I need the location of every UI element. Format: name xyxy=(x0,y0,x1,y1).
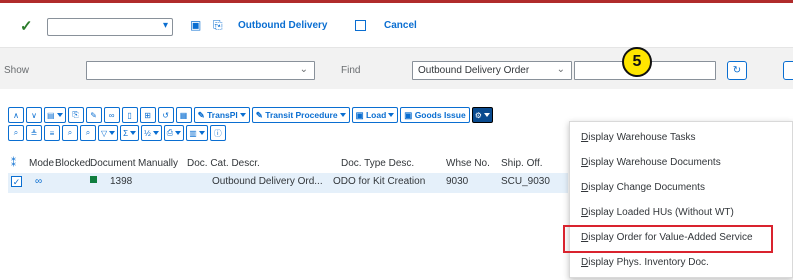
goods-issue-label: Goods Issue xyxy=(414,110,466,120)
find-object-value: Outbound Delivery Order xyxy=(418,65,530,76)
row-select-checkbox[interactable]: ✓ xyxy=(11,176,22,187)
show-dropdown[interactable]: ⌄ xyxy=(86,61,315,80)
doc-type-desc-cell: ODO for Kit Creation xyxy=(333,176,426,187)
transpl-button[interactable]: ✎ TransPl xyxy=(193,107,250,123)
action-bar-2: ⌕ ≜ ≡ ⌕ ⌕ ▽ Σ ½ ⎙ ▥ ⓘ xyxy=(8,125,226,141)
overflow-button[interactable] xyxy=(783,61,793,80)
load-icon: ▣ xyxy=(355,109,364,120)
column-header[interactable]: Blocked xyxy=(55,158,91,169)
transpl-icon: ✎ xyxy=(197,109,205,120)
search-bar: Show ⌄ Find Outbound Delivery Order ⌄ ↻ xyxy=(0,47,793,89)
copy-icon[interactable]: ⎘ xyxy=(67,107,84,123)
action-bar-1: ∧ ∨ ▤ ⎘ ✎ ∞ ▯ ⊞ ↺ ▦ ✎ TransPl ✎ Transit … xyxy=(8,107,493,123)
status-indicator xyxy=(90,176,97,183)
doc-cat-descr-cell: Outbound Delivery Ord... xyxy=(212,176,323,187)
sum-icon[interactable]: Σ xyxy=(120,125,140,141)
search-icon[interactable]: ⌕ xyxy=(8,125,24,141)
menu-item-change-documents[interactable]: Display Change Documents xyxy=(581,182,705,193)
filter-icon[interactable]: ▽ xyxy=(98,125,119,141)
show-label: Show xyxy=(4,65,30,76)
glasses-icon: ⚙ xyxy=(474,110,482,120)
ship-off-cell: SCU_9030 xyxy=(501,176,550,187)
chevron-down-icon[interactable]: ▾ xyxy=(163,20,168,31)
table-settings-icon[interactable]: ⁑ xyxy=(11,158,16,169)
details-icon[interactable]: ⊞ xyxy=(139,107,156,123)
save-icon[interactable]: ▣ xyxy=(190,18,201,32)
command-field[interactable]: ▾ xyxy=(47,18,173,36)
delete-icon[interactable]: ▯ xyxy=(121,107,138,123)
more-actions-menu: Display Warehouse Tasks Display Warehous… xyxy=(569,121,793,278)
chevron-down-icon: ⌄ xyxy=(556,64,565,75)
find-icon[interactable]: ⌕ xyxy=(62,125,78,141)
export-icon[interactable]: ⎙ xyxy=(163,125,185,141)
expand-down-icon[interactable]: ∨ xyxy=(26,107,42,123)
menu-item-loaded-hus[interactable]: Display Loaded HUs (Without WT) xyxy=(581,207,734,218)
column-header[interactable]: Manually xyxy=(138,158,178,169)
highlight-box xyxy=(563,225,773,253)
layout-icon[interactable]: ▤ xyxy=(44,107,66,123)
menu-item-warehouse-documents[interactable]: Display Warehouse Documents xyxy=(581,157,721,168)
transit-procedure-label: Transit Procedure xyxy=(265,110,338,120)
goods-issue-icon: ▣ xyxy=(404,109,413,120)
document-icon[interactable]: ⎘ xyxy=(213,18,223,33)
whse-no-cell: 9030 xyxy=(446,176,469,187)
collapse-up-icon[interactable]: ∧ xyxy=(8,107,24,123)
display-icon[interactable]: ∞ xyxy=(103,107,120,123)
sort-ascending-icon[interactable]: ≜ xyxy=(26,125,42,141)
menu-item-warehouse-tasks[interactable]: Display Warehouse Tasks xyxy=(581,132,696,143)
grid-icon[interactable]: ▦ xyxy=(175,107,192,123)
search-go-button[interactable]: ↻ xyxy=(727,61,747,80)
cancel-checkbox-icon[interactable] xyxy=(355,20,366,31)
display-mode-icon[interactable]: ∞ xyxy=(35,176,42,187)
document-cell: 1398 xyxy=(110,176,133,187)
refresh-icon[interactable]: ↺ xyxy=(157,107,174,123)
more-actions-button[interactable]: ⚙ xyxy=(471,107,493,123)
confirm-check-icon[interactable]: ✓ xyxy=(20,17,33,35)
sort-descending-icon[interactable]: ≡ xyxy=(44,125,60,141)
outbound-delivery-button[interactable]: Outbound Delivery xyxy=(238,20,327,31)
step-number-badge: 5 xyxy=(622,47,652,77)
find-label: Find xyxy=(341,65,361,76)
cancel-button[interactable]: Cancel xyxy=(384,20,417,31)
column-header[interactable]: Doc. Type Desc. xyxy=(341,158,414,169)
column-header[interactable]: Ship. Off. xyxy=(501,158,543,169)
table-row[interactable]: ✓ ∞ 1398 Outbound Delivery Ord... ODO fo… xyxy=(8,173,568,193)
subtotal-icon[interactable]: ½ xyxy=(141,125,162,141)
column-header[interactable]: Whse No. xyxy=(446,158,490,169)
column-header[interactable]: Doc. Cat. Descr. xyxy=(187,158,260,169)
column-header[interactable]: Document xyxy=(90,158,136,169)
column-header[interactable]: Mode xyxy=(29,158,54,169)
transit-procedure-button[interactable]: ✎ Transit Procedure xyxy=(251,107,350,123)
load-label: Load xyxy=(365,110,387,120)
transit-icon: ✎ xyxy=(255,109,263,120)
find-object-dropdown[interactable]: Outbound Delivery Order ⌄ xyxy=(412,61,572,80)
transpl-label: TransPl xyxy=(207,110,238,120)
info-icon[interactable]: ⓘ xyxy=(209,125,226,141)
menu-item-phys-inventory[interactable]: Display Phys. Inventory Doc. xyxy=(581,257,709,268)
main-toolbar: ✓ ▾ ▣ ⎘ Outbound Delivery Cancel xyxy=(0,3,793,47)
chevron-down-icon: ⌄ xyxy=(299,64,308,75)
load-button[interactable]: ▣ Load xyxy=(351,107,399,123)
goods-issue-button[interactable]: ▣ Goods Issue xyxy=(400,107,470,123)
view-icon[interactable]: ▥ xyxy=(186,125,208,141)
find-next-icon[interactable]: ⌕ xyxy=(80,125,96,141)
edit-icon[interactable]: ✎ xyxy=(85,107,102,123)
